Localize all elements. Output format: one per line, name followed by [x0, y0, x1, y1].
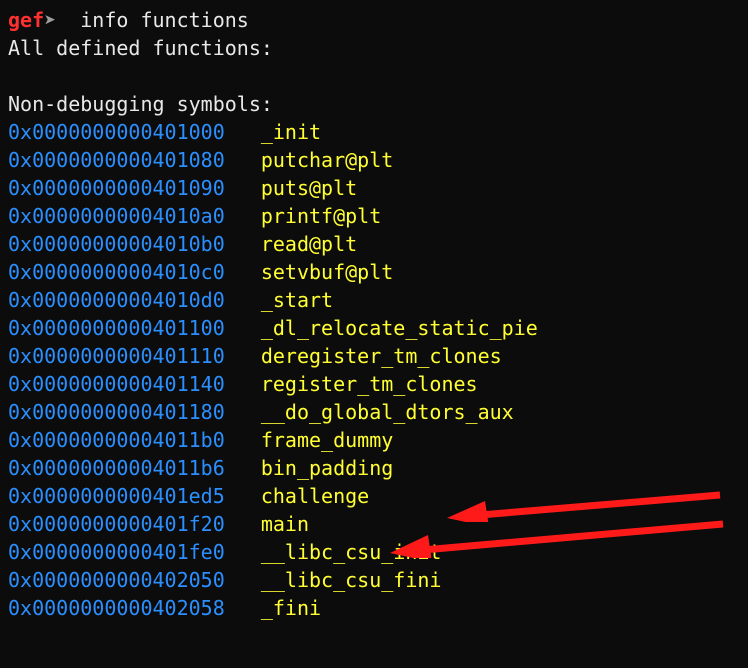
- table-row: 0x0000000000401100 _dl_relocate_static_p…: [8, 314, 740, 342]
- address: 0x0000000000401180: [8, 398, 237, 426]
- function-name: challenge: [261, 482, 369, 510]
- address: 0x0000000000401140: [8, 370, 237, 398]
- table-row: 0x00000000004010d0 _start: [8, 286, 740, 314]
- address: 0x0000000000401ed5: [8, 482, 237, 510]
- function-name: puts@plt: [261, 174, 357, 202]
- function-name: bin_padding: [261, 454, 393, 482]
- command-text: info functions: [56, 8, 249, 32]
- address: 0x0000000000401090: [8, 174, 237, 202]
- table-row: 0x0000000000401180 __do_global_dtors_aux: [8, 398, 740, 426]
- address: 0x00000000004010d0: [8, 286, 237, 314]
- function-name: putchar@plt: [261, 146, 393, 174]
- table-row: 0x0000000000401000 _init: [8, 118, 740, 146]
- function-name: __do_global_dtors_aux: [261, 398, 514, 426]
- function-name: _start: [261, 286, 333, 314]
- address: 0x00000000004011b0: [8, 426, 237, 454]
- function-name: _fini: [261, 594, 321, 622]
- address: 0x00000000004010a0: [8, 202, 237, 230]
- table-row: 0x00000000004011b6 bin_padding: [8, 454, 740, 482]
- function-name: _dl_relocate_static_pie: [261, 314, 538, 342]
- table-row: 0x0000000000402058 _fini: [8, 594, 740, 622]
- output-header-nondebug: Non-debugging symbols:: [8, 90, 740, 118]
- table-row: 0x0000000000401080 putchar@plt: [8, 146, 740, 174]
- address: 0x0000000000401fe0: [8, 538, 237, 566]
- address: 0x00000000004010c0: [8, 258, 237, 286]
- function-name: __libc_csu_fini: [261, 566, 442, 594]
- output-header-all: All defined functions:: [8, 34, 740, 62]
- function-name: register_tm_clones: [261, 370, 478, 398]
- address: 0x00000000004011b6: [8, 454, 237, 482]
- function-name: __libc_csu_init: [261, 538, 442, 566]
- symbol-table: 0x0000000000401000 _init 0x0000000000401…: [8, 118, 740, 622]
- table-row: 0x0000000000401f20 main: [8, 510, 740, 538]
- table-row: 0x00000000004010c0 setvbuf@plt: [8, 258, 740, 286]
- address: 0x0000000000401100: [8, 314, 237, 342]
- address: 0x0000000000401000: [8, 118, 237, 146]
- function-name: setvbuf@plt: [261, 258, 393, 286]
- address: 0x0000000000401f20: [8, 510, 237, 538]
- table-row: 0x0000000000401fe0 __libc_csu_init: [8, 538, 740, 566]
- function-name: _init: [261, 118, 321, 146]
- table-row: 0x00000000004010a0 printf@plt: [8, 202, 740, 230]
- function-name: frame_dummy: [261, 426, 393, 454]
- prompt-line[interactable]: gef➤ info functions: [8, 6, 740, 34]
- table-row: 0x0000000000401ed5 challenge: [8, 482, 740, 510]
- table-row: 0x0000000000401140 register_tm_clones: [8, 370, 740, 398]
- blank-line: [8, 62, 740, 90]
- table-row: 0x00000000004011b0 frame_dummy: [8, 426, 740, 454]
- function-name: read@plt: [261, 230, 357, 258]
- function-name: deregister_tm_clones: [261, 342, 502, 370]
- address: 0x00000000004010b0: [8, 230, 237, 258]
- address: 0x0000000000402050: [8, 566, 237, 594]
- prompt-arrow: ➤: [44, 8, 56, 32]
- address: 0x0000000000402058: [8, 594, 237, 622]
- gef-prompt-label: gef: [8, 8, 44, 32]
- table-row: 0x00000000004010b0 read@plt: [8, 230, 740, 258]
- address: 0x0000000000401110: [8, 342, 237, 370]
- address: 0x0000000000401080: [8, 146, 237, 174]
- table-row: 0x0000000000401090 puts@plt: [8, 174, 740, 202]
- function-name: printf@plt: [261, 202, 381, 230]
- table-row: 0x0000000000401110 deregister_tm_clones: [8, 342, 740, 370]
- function-name: main: [261, 510, 309, 538]
- table-row: 0x0000000000402050 __libc_csu_fini: [8, 566, 740, 594]
